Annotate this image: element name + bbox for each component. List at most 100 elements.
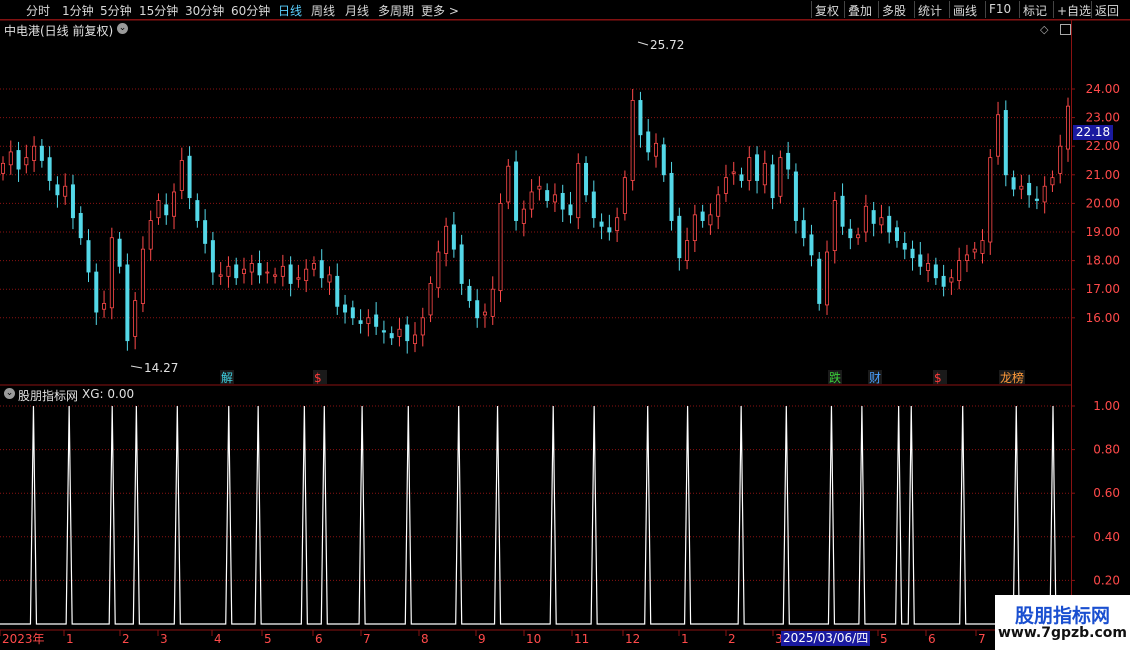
time-axis-label: 8 (421, 632, 429, 646)
candle-body (972, 248, 977, 253)
candle-body (86, 240, 91, 273)
candle-body (576, 162, 581, 219)
candle-body (1003, 110, 1008, 176)
candle-body (786, 152, 791, 170)
watermark-title: 股朋指标网 (1014, 605, 1110, 627)
indicator-tick-label: 0.80 (1093, 443, 1120, 457)
indicator-xg-value: XG: 0.00 (82, 387, 135, 401)
candle-body (1019, 185, 1024, 190)
candle-body (444, 225, 449, 254)
candle-body (405, 324, 410, 342)
candle-body (910, 248, 915, 259)
candle-body (203, 220, 208, 244)
candle-body (996, 114, 1001, 157)
candle-body (832, 200, 837, 251)
candle-body (148, 220, 153, 250)
candle-body (957, 260, 962, 282)
event-marker: $ (314, 371, 322, 385)
candle-body (164, 204, 169, 216)
candle-body (70, 184, 75, 219)
candle-body (374, 314, 379, 327)
time-axis-label: 5 (880, 632, 888, 646)
xg-signal-line (0, 405, 1071, 625)
candle-body (809, 234, 814, 256)
candle-body (700, 211, 705, 221)
candle-body (257, 263, 262, 276)
candle-body (1042, 185, 1047, 203)
candle-body (731, 171, 736, 174)
candle-body (840, 195, 845, 227)
candle-body (475, 300, 480, 319)
candle-body (607, 227, 612, 233)
candle-body (552, 194, 557, 203)
candle-body (568, 204, 573, 216)
candle-body (451, 224, 456, 250)
candle-body (273, 274, 278, 277)
candle-body (428, 283, 433, 316)
candle-body (661, 144, 666, 176)
candle-body (1050, 177, 1055, 186)
indicator-tick-label: 1.00 (1093, 399, 1120, 413)
candle-body (381, 330, 386, 333)
candle-body (397, 328, 402, 337)
candle-body (825, 251, 830, 306)
candle-body (156, 200, 161, 219)
chart-canvas[interactable]: 24.0023.0022.0021.0020.0019.0018.0017.00… (0, 0, 1130, 650)
time-axis-label: 7 (978, 632, 986, 646)
time-axis-label: 2023年 (2, 632, 45, 646)
candle-body (459, 244, 464, 284)
candle-body (926, 263, 931, 272)
candle-body (343, 304, 348, 313)
candle-body (591, 191, 596, 219)
event-marker: 解 (221, 371, 233, 385)
time-axis-label: 7 (363, 632, 371, 646)
candle-body (0, 162, 6, 174)
candle-body (793, 171, 798, 221)
time-axis-label: 3 (160, 632, 168, 646)
candle-body (755, 154, 760, 181)
time-axis-label: 4 (214, 632, 222, 646)
price-tick-label: 16.00 (1086, 311, 1120, 325)
price-tick-label: 20.00 (1086, 196, 1120, 210)
candle-body (47, 157, 52, 181)
candle-body (94, 271, 99, 313)
candle-body (249, 263, 254, 273)
candle-body (265, 271, 270, 274)
candle-body (584, 162, 589, 196)
candle-body (226, 265, 231, 277)
candle-body (335, 275, 340, 307)
candle-body (747, 157, 752, 181)
candle-body (1066, 105, 1071, 150)
candle-body (288, 264, 293, 284)
candle-body (848, 228, 853, 239)
watermark: 股朋指标网 www.7gpzb.com (995, 595, 1130, 650)
price-tick-label: 18.00 (1086, 254, 1120, 268)
candle-body (622, 177, 627, 214)
candle-body (677, 215, 682, 259)
low-arrow (130, 365, 143, 369)
candle-body (125, 264, 130, 342)
indicator-tick-label: 0.40 (1093, 530, 1120, 544)
candle-body (133, 300, 138, 337)
candle-body (490, 288, 495, 317)
candle-body (817, 258, 822, 304)
high-arrow (637, 41, 649, 46)
chevron-down-icon[interactable]: ⌄ (4, 388, 15, 399)
candle-body (16, 150, 21, 170)
candle-body (179, 160, 184, 191)
candle-body (879, 217, 884, 226)
indicator-tick-label: 0.20 (1093, 573, 1120, 587)
candle-body (708, 214, 713, 226)
candle-body (1027, 182, 1032, 196)
price-tick-label: 23.00 (1086, 111, 1120, 125)
candle-body (8, 151, 13, 166)
candle-body (1058, 145, 1063, 174)
time-axis-label: 6 (928, 632, 936, 646)
candle-body (964, 254, 969, 262)
candle-body (304, 268, 309, 282)
candle-body (560, 192, 565, 210)
low-price-label: 14.27 (144, 361, 178, 375)
candle-body (669, 172, 674, 221)
candle-body (856, 234, 861, 239)
event-marker: 跌 (829, 370, 841, 385)
